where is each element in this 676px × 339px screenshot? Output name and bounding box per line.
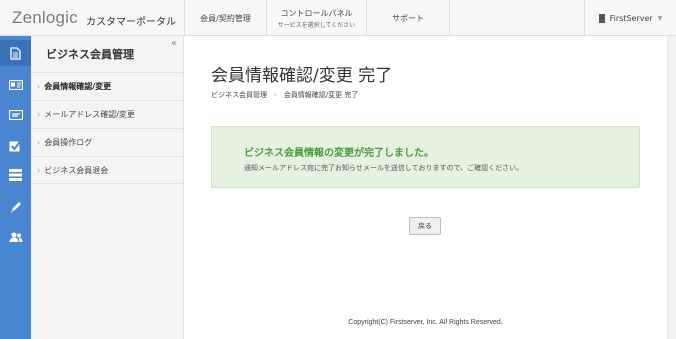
user-name: FirstServer [609,13,653,23]
alert-title: ビジネス会員情報の変更が完了しました。 [244,148,434,159]
alert-message: 通知メールアドレス宛に完了お知らせメールを送信しておりますので、ご確認ください。 [244,164,524,172]
sidebar-item-member-info[interactable]: › 会員情報確認/変更 [31,72,184,100]
nav-account-management[interactable]: 会員/契約管理 [184,0,266,36]
sidebar-item-label: メールアドレス確認/変更 [44,110,135,119]
checkbox-icon[interactable] [0,132,31,158]
sidebar-item-label: 会員操作ログ [44,138,93,147]
scrollbar[interactable] [667,36,676,339]
sidebar-item-email[interactable]: › メールアドレス確認/変更 [31,100,184,128]
sidebar-menu: › 会員情報確認/変更 › メールアドレス確認/変更 › 会員操作ログ › ビジ… [31,72,184,184]
building-icon [598,13,605,23]
nav-account-label: 会員/契約管理 [200,13,251,23]
sidebar-item-withdraw[interactable]: › ビジネス会員退会 [31,156,184,184]
id-card-icon[interactable] [0,72,31,98]
pen-icon[interactable] [0,194,31,220]
nav-support-label: サポート [392,13,424,23]
document-icon[interactable] [0,40,31,66]
main-content: 会員情報確認/変更 完了 ビジネス会員管理 › 会員情報確認/変更 完了 ビジネス会… [184,36,667,339]
zenlogic-logo[interactable]: Zenlogic [12,8,78,28]
card-icon[interactable] [0,102,31,128]
server-icon[interactable] [0,162,31,188]
chevron-right-icon: › [37,165,41,175]
collapse-sidebar-icon[interactable]: « [171,38,177,49]
chevron-right-icon: › [37,110,41,119]
nav-control-panel-label: コントロールパネル [280,8,353,18]
user-menu[interactable]: FirstServer ▼ [584,0,676,36]
chevron-right-icon: › [37,82,41,91]
sidebar-item-label: 会員情報確認/変更 [44,82,112,91]
copyright-footer: Copyright(C) Firstserver, Inc. All Right… [348,319,503,326]
sidebar: ビジネス会員管理 « › 会員情報確認/変更 › メールアドレス確認/変更 › … [31,36,184,339]
breadcrumb-separator-icon: › [274,91,277,99]
portal-name: カスタマーポータル [86,17,176,28]
nav-control-panel-sub: サービスを選択してください [277,21,356,29]
nav-support[interactable]: サポート [366,0,450,36]
breadcrumb: ビジネス会員管理 › 会員情報確認/変更 完了 [211,90,358,100]
nav-control-panel[interactable]: コントロールパネル サービスを選択してください [266,0,366,36]
top-header: Zenlogic カスタマーポータル 会員/契約管理 コントロールパネル サービ… [0,0,676,36]
sidebar-item-operation-log[interactable]: › 会員操作ログ [31,128,184,156]
page-title: 会員情報確認/変更 完了 [211,66,393,86]
success-alert: ビジネス会員情報の変更が完了しました。 通知メールアドレス宛に完了お知らせメール… [211,126,640,188]
icon-bar [0,36,31,339]
users-icon[interactable] [0,224,31,250]
sidebar-title: ビジネス会員管理 [46,48,134,61]
chevron-down-icon: ▼ [657,14,663,22]
breadcrumb-link[interactable]: ビジネス会員管理 [211,91,267,99]
top-nav: 会員/契約管理 コントロールパネル サービスを選択してください サポート [184,0,450,36]
breadcrumb-current: 会員情報確認/変更 完了 [283,91,359,99]
sidebar-item-label: ビジネス会員退会 [44,165,109,175]
chevron-right-icon: › [37,138,41,147]
back-button[interactable]: 戻る [409,217,441,235]
